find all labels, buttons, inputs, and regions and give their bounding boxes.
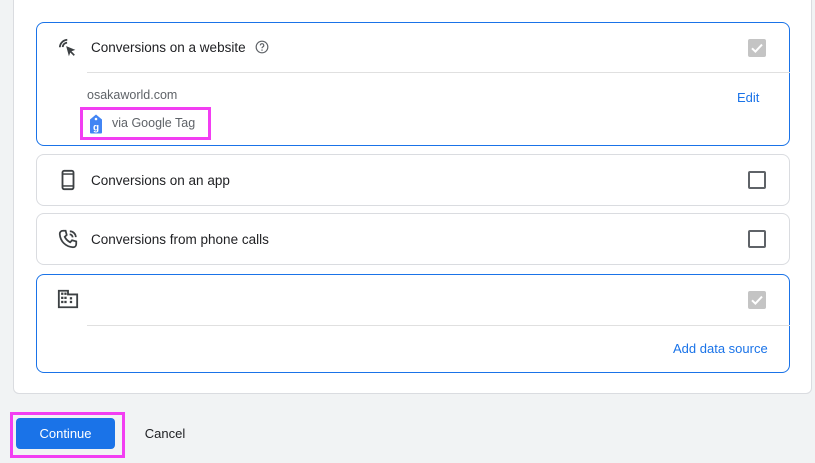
check-mark-icon [751, 295, 763, 306]
website-checkbox[interactable] [748, 39, 766, 57]
offline-card-divider [87, 325, 790, 326]
phone-call-icon [58, 229, 78, 249]
tag-label: via Google Tag [112, 116, 196, 130]
edit-link[interactable]: Edit [737, 90, 759, 105]
offline-conversions-card: Add data source [36, 274, 790, 373]
check-mark-icon [751, 43, 763, 54]
continue-button[interactable]: Continue [16, 418, 115, 449]
app-conversions-card[interactable]: Conversions on an app [36, 154, 790, 206]
svg-text:g: g [93, 123, 99, 134]
website-conversions-card: Conversions on a website osakaworld.com … [36, 22, 790, 146]
app-checkbox[interactable] [748, 171, 766, 189]
cursor-click-icon [58, 38, 76, 57]
website-card-divider [87, 72, 790, 73]
app-card-title: Conversions on an app [91, 173, 230, 188]
phone-checkbox[interactable] [748, 230, 766, 248]
google-tag-source: g via Google Tag [80, 107, 211, 140]
building-icon [57, 289, 79, 309]
website-card-title: Conversions on a website [91, 40, 246, 55]
add-data-source-link[interactable]: Add data source [673, 341, 768, 356]
website-domain: osakaworld.com [87, 88, 178, 102]
cancel-button[interactable]: Cancel [130, 418, 200, 449]
help-icon[interactable] [255, 40, 269, 54]
phone-conversions-card[interactable]: Conversions from phone calls [36, 213, 790, 265]
offline-checkbox[interactable] [748, 291, 766, 309]
google-tag-icon: g [90, 114, 102, 134]
smartphone-icon [61, 169, 75, 191]
phone-card-title: Conversions from phone calls [91, 232, 269, 247]
